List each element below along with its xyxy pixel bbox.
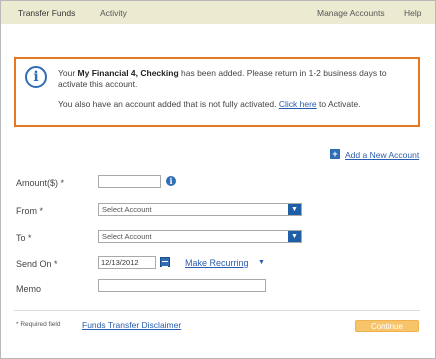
to-select-value: Select Account: [102, 232, 152, 241]
amount-info-icon[interactable]: i: [166, 176, 176, 186]
alert-line2-prefix: You also have an account added that is n…: [58, 99, 279, 109]
make-recurring-link[interactable]: Make Recurring: [185, 258, 249, 268]
add-new-account-link[interactable]: Add a New Account: [345, 150, 419, 160]
chevron-down-icon[interactable]: ▼: [258, 259, 265, 266]
nav-transfer-funds[interactable]: Transfer Funds: [18, 8, 75, 18]
to-select[interactable]: Select Account ▼: [98, 230, 302, 243]
memo-input[interactable]: [98, 279, 266, 292]
alert-account-name: My Financial 4, Checking: [77, 68, 179, 78]
nav-activity[interactable]: Activity: [100, 8, 127, 18]
account-added-alert: i Your My Financial 4, Checking has been…: [14, 57, 420, 127]
from-select-value: Select Account: [102, 205, 152, 214]
required-field-note: * Required field: [16, 321, 61, 328]
continue-button[interactable]: Continue: [355, 320, 419, 332]
alert-prefix: Your: [58, 68, 78, 78]
plus-icon[interactable]: +: [330, 149, 340, 159]
funds-transfer-disclaimer-link[interactable]: Funds Transfer Disclaimer: [82, 320, 181, 330]
top-nav: Transfer Funds Activity Manage Accounts …: [1, 1, 435, 24]
footer-divider: [14, 310, 420, 311]
alert-line2-suffix: to Activate.: [316, 99, 361, 109]
memo-label: Memo: [16, 284, 42, 294]
amount-label: Amount($) *: [16, 178, 65, 188]
from-select[interactable]: Select Account ▼: [98, 203, 302, 216]
dropdown-arrow-icon[interactable]: ▼: [288, 231, 301, 242]
dropdown-arrow-icon[interactable]: ▼: [288, 204, 301, 215]
alert-message: Your My Financial 4, Checking has been a…: [58, 68, 408, 90]
alert-activation-message: You also have an account added that is n…: [58, 99, 361, 109]
nav-manage-accounts[interactable]: Manage Accounts: [317, 8, 385, 18]
send-on-date-input[interactable]: 12/13/2012: [98, 256, 156, 269]
info-icon: i: [25, 66, 47, 88]
from-label: From *: [16, 206, 43, 216]
calendar-icon[interactable]: [160, 257, 170, 267]
nav-help[interactable]: Help: [404, 8, 421, 18]
send-on-label: Send On *: [16, 259, 58, 269]
to-label: To *: [16, 233, 32, 243]
app-frame: [0, 0, 436, 359]
amount-input[interactable]: [98, 175, 161, 188]
click-here-link[interactable]: Click here: [279, 99, 317, 109]
